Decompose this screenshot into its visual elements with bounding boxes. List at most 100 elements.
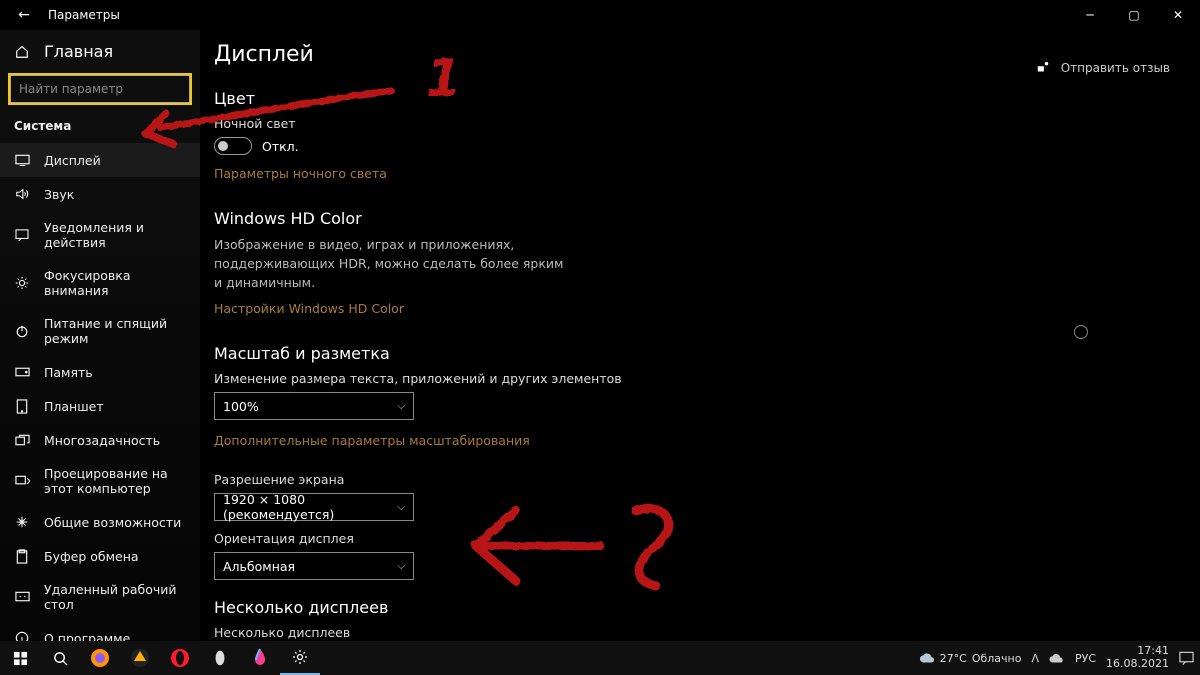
sidebar-item-notifications[interactable]: Уведомления и действия (0, 211, 200, 259)
taskbar-app-firefox[interactable] (80, 641, 120, 675)
sidebar-item-label: Уведомления и действия (44, 220, 186, 250)
scale-heading: Масштаб и разметка (214, 344, 1170, 363)
text-size-value: 100% (223, 399, 259, 414)
maximize-button[interactable]: ▢ (1112, 0, 1156, 30)
night-light-settings-link[interactable]: Параметры ночного света (214, 166, 387, 181)
sidebar-item-label: Дисплей (44, 153, 101, 168)
orientation-value: Альбомная (223, 559, 295, 574)
tray-clock[interactable]: 17:4116.08.2021 (1106, 645, 1169, 670)
multi-icon (14, 432, 30, 448)
tray-language[interactable]: РУС (1075, 652, 1096, 665)
resolution-value: 1920 × 1080 (рекомендуется) (223, 492, 397, 522)
notify-icon (14, 227, 30, 243)
sidebar-item-project[interactable]: Проецирование на этот компьютер (0, 457, 200, 505)
orientation-select[interactable]: Альбомная ⌵ (214, 552, 414, 580)
sidebar-item-label: О программе (44, 631, 130, 642)
sidebar-item-about[interactable]: О программе (0, 621, 200, 641)
taskbar-app-4[interactable] (200, 641, 240, 675)
sidebar-item-multitask[interactable]: Многозадачность (0, 423, 200, 457)
night-light-toggle[interactable] (214, 137, 252, 155)
feedback-icon (1035, 60, 1051, 76)
sidebar-item-remote[interactable]: Удаленный рабочий стол (0, 573, 200, 621)
sidebar-item-shared[interactable]: Общие возможности (0, 505, 200, 539)
chevron-down-icon: ⌵ (397, 561, 405, 572)
chevron-down-icon: ⌵ (397, 502, 405, 513)
remote-icon (14, 589, 30, 605)
toggle-state-label: Откл. (262, 139, 299, 154)
weather-cond: Облачно (972, 652, 1022, 665)
orientation-label: Ориентация дисплея (214, 531, 1170, 546)
sidebar-item-storage[interactable]: Память (0, 355, 200, 389)
about-icon (14, 630, 30, 641)
focus-icon (14, 275, 30, 291)
sidebar-item-focus[interactable]: Фокусировка внимания (0, 259, 200, 307)
sidebar-item-label: Буфер обмена (44, 549, 139, 564)
taskbar-search-button[interactable] (40, 641, 80, 675)
feedback-label: Отправить отзыв (1061, 61, 1170, 75)
time-value: 17:41 (1137, 644, 1169, 657)
feedback-link[interactable]: Отправить отзыв (1035, 60, 1170, 76)
tray-chevron[interactable]: ᐱ (1031, 652, 1039, 665)
sidebar-item-label: Планшет (44, 399, 104, 414)
sidebar-item-power[interactable]: Питание и спящий режим (0, 307, 200, 355)
sidebar-item-label: Фокусировка внимания (44, 268, 186, 298)
page-title: Дисплей (214, 42, 1170, 67)
text-size-select[interactable]: 100% ⌵ (214, 392, 414, 420)
pagination-indicator (1074, 325, 1088, 339)
tray-notifications[interactable] (1179, 651, 1194, 665)
color-heading: Цвет (214, 89, 1170, 108)
taskbar-app-2[interactable] (120, 641, 160, 675)
shared-icon (14, 514, 30, 530)
sidebar-item-tablet[interactable]: Планшет (0, 389, 200, 423)
sidebar-item-label: Звук (44, 187, 74, 202)
sidebar-item-label: Многозадачность (44, 433, 160, 448)
resolution-label: Разрешение экрана (214, 472, 1170, 487)
sidebar-item-clipboard[interactable]: Буфер обмена (0, 539, 200, 573)
sound-icon (14, 186, 30, 202)
taskbar-app-5[interactable] (240, 641, 280, 675)
back-button[interactable]: ← (4, 7, 44, 23)
resolution-select[interactable]: 1920 × 1080 (рекомендуется) ⌵ (214, 493, 414, 521)
close-button[interactable]: ✕ (1156, 0, 1200, 30)
minimize-button[interactable]: ─ (1068, 0, 1112, 30)
sidebar-item-label: Память (44, 365, 93, 380)
text-size-label: Изменение размера текста, приложений и д… (214, 371, 1170, 386)
tablet-icon (14, 398, 30, 414)
sidebar-item-label: Удаленный рабочий стол (44, 582, 186, 612)
date-value: 16.08.2021 (1106, 657, 1169, 670)
window-title: Параметры (44, 8, 120, 22)
storage-icon (14, 364, 30, 380)
weather-temp: 27°C (940, 652, 967, 665)
project-icon (14, 473, 30, 489)
night-light-label: Ночной свет (214, 116, 1170, 131)
cloud-icon (919, 651, 935, 665)
sidebar-item-label: Питание и спящий режим (44, 316, 186, 346)
home-label: Главная (44, 42, 113, 61)
taskbar-app-settings[interactable] (280, 641, 320, 675)
home-icon (14, 44, 30, 60)
clipboard-icon (14, 548, 30, 564)
category-label: Система (0, 113, 200, 143)
sidebar-item-display[interactable]: Дисплей (0, 143, 200, 177)
multi-display-label: Несколько дисплеев (214, 625, 1170, 640)
sidebar-item-label: Общие возможности (44, 515, 181, 530)
multi-display-heading: Несколько дисплеев (214, 598, 1170, 617)
chevron-down-icon: ⌵ (397, 401, 405, 412)
start-button[interactable] (0, 641, 40, 675)
home-nav[interactable]: Главная (0, 34, 200, 69)
taskbar-app-opera[interactable] (160, 641, 200, 675)
hd-color-heading: Windows HD Color (214, 209, 1170, 228)
sidebar-item-label: Проецирование на этот компьютер (44, 466, 186, 496)
taskbar: 27°C Облачно ᐱ РУС 17:4116.08.2021 (0, 641, 1200, 675)
hd-color-link[interactable]: Настройки Windows HD Color (214, 301, 404, 316)
sidebar: Главная Система Дисплей Звук Уведомления… (0, 30, 200, 641)
taskbar-weather[interactable]: 27°C Облачно (919, 651, 1022, 665)
tray-onedrive[interactable] (1049, 652, 1065, 664)
sidebar-item-sound[interactable]: Звук (0, 177, 200, 211)
search-input[interactable] (10, 75, 190, 103)
power-icon (14, 323, 30, 339)
display-icon (14, 152, 30, 168)
scaling-advanced-link[interactable]: Дополнительные параметры масштабирования (214, 433, 530, 448)
main-content: Отправить отзыв Дисплей Цвет Ночной свет… (200, 30, 1200, 641)
hd-color-desc: Изображение в видео, играх и приложениях… (214, 236, 574, 292)
